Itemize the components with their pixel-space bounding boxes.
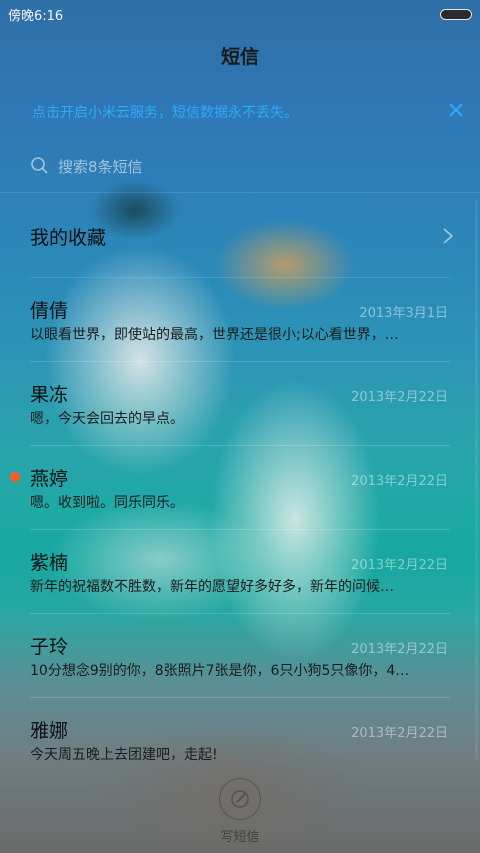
conversation-row[interactable]: 雅娜 2013年2月22日 今天周五晚上去团建吧，走起! <box>0 698 480 782</box>
contact-name: 倩倩 <box>30 300 69 322</box>
message-preview: 今天周五晚上去团建吧，走起! <box>30 747 218 763</box>
message-preview: 10分想念9别的你，8张照片7张是你，6只小狗5只像你，4… <box>30 663 410 679</box>
message-date: 2013年2月22日 <box>351 726 448 741</box>
message-preview: 嗯，今天会回去的早点。 <box>30 411 184 427</box>
compose-icon <box>219 778 261 820</box>
divider <box>0 192 480 193</box>
message-date: 2013年2月22日 <box>351 474 448 489</box>
contact-name: 紫楠 <box>30 552 69 574</box>
contact-name: 雅娜 <box>30 720 69 742</box>
chevron-right-icon <box>441 226 455 246</box>
favorites-label: 我的收藏 <box>30 226 107 249</box>
status-time: 傍晚6:16 <box>8 8 64 24</box>
message-date: 2013年2月22日 <box>351 642 448 657</box>
compose-label: 写短信 <box>220 830 260 845</box>
battery-icon <box>440 8 472 20</box>
message-date: 2013年2月22日 <box>351 558 448 573</box>
search-input[interactable]: 搜索8条短信 <box>30 150 450 182</box>
contact-name: 燕婷 <box>30 468 69 490</box>
compose-button[interactable]: 写短信 <box>200 778 280 848</box>
scrollbar[interactable] <box>475 200 478 760</box>
favorites-item[interactable]: 我的收藏 <box>30 210 455 262</box>
conversation-row[interactable]: 子玲 2013年2月22日 10分想念9别的你，8张照片7张是你，6只小狗5只像… <box>0 614 480 698</box>
unread-dot-icon <box>10 472 20 482</box>
message-date: 2013年3月1日 <box>359 306 448 321</box>
conversation-row[interactable]: 果冻 2013年2月22日 嗯，今天会回去的早点。 <box>0 362 480 446</box>
page-title: 短信 <box>220 46 259 68</box>
status-bar: 傍晚6:16 <box>0 0 480 28</box>
message-preview: 以眼看世界，即使站的最高，世界还是很小;以心看世界，… <box>30 327 399 343</box>
message-preview: 新年的祝福数不胜数，新年的愿望好多好多，新年的问候… <box>30 579 394 595</box>
contact-name: 子玲 <box>30 636 69 658</box>
search-placeholder: 搜索8条短信 <box>58 157 143 176</box>
message-date: 2013年2月22日 <box>351 390 448 405</box>
close-icon[interactable] <box>446 100 466 120</box>
conversation-row[interactable]: 倩倩 2013年3月1日 以眼看世界，即使站的最高，世界还是很小;以心看世界，… <box>0 278 480 362</box>
cloud-service-notice[interactable]: 点击开启小米云服务，短信数据永不丢失。 <box>32 102 452 122</box>
contact-name: 果冻 <box>30 384 69 406</box>
conversation-row[interactable]: 燕婷 2013年2月22日 嗯。收到啦。同乐同乐。 <box>0 446 480 530</box>
conversation-list: 倩倩 2013年3月1日 以眼看世界，即使站的最高，世界还是很小;以心看世界，…… <box>0 278 480 782</box>
conversation-row[interactable]: 紫楠 2013年2月22日 新年的祝福数不胜数，新年的愿望好多好多，新年的问候… <box>0 530 480 614</box>
search-icon <box>30 156 50 176</box>
message-preview: 嗯。收到啦。同乐同乐。 <box>30 495 184 511</box>
